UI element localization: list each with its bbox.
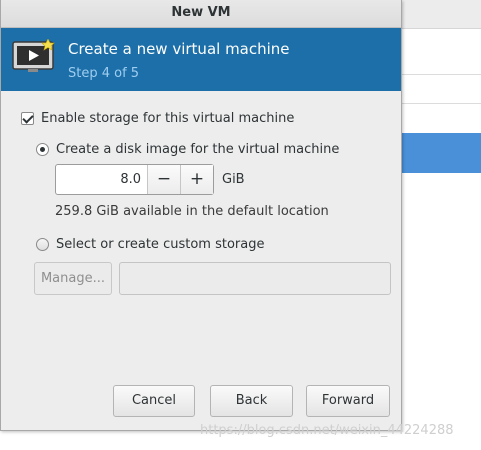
background-divider xyxy=(400,74,481,75)
custom-storage-path-field[interactable] xyxy=(119,262,391,295)
watermark-text: https://blog.csdn.net/weixin_44224288 xyxy=(200,423,454,438)
decrement-button[interactable]: − xyxy=(148,165,181,194)
disk-image-label: Create a disk image for the virtual mach… xyxy=(56,142,340,157)
enable-storage-label: Enable storage for this virtual machine xyxy=(41,111,295,126)
banner-title: Create a new virtual machine xyxy=(68,40,290,58)
manage-button[interactable]: Manage... xyxy=(34,262,112,295)
disk-image-option[interactable]: Create a disk image for the virtual mach… xyxy=(36,142,339,157)
custom-storage-radio[interactable] xyxy=(36,238,49,251)
size-unit: GiB xyxy=(222,172,245,187)
cancel-button[interactable]: Cancel xyxy=(113,385,195,417)
enable-storage-row[interactable]: Enable storage for this virtual machine xyxy=(21,111,294,126)
banner-step: Step 4 of 5 xyxy=(68,66,140,81)
disk-size-spinbutton[interactable]: 8.0 − + xyxy=(55,164,214,195)
forward-button[interactable]: Forward xyxy=(306,385,390,417)
vm-screen-icon xyxy=(12,38,56,79)
background-selected-row[interactable] xyxy=(400,133,481,173)
window-title: New VM xyxy=(1,0,401,28)
back-button[interactable]: Back xyxy=(210,385,293,417)
new-vm-dialog: New VM Create a new virtual machine Step… xyxy=(0,0,402,431)
background-window xyxy=(400,0,481,450)
wizard-banner: Create a new virtual machine Step 4 of 5 xyxy=(1,28,401,91)
disk-image-radio[interactable] xyxy=(36,143,49,156)
background-header xyxy=(400,0,481,29)
disk-size-input[interactable]: 8.0 xyxy=(56,165,148,194)
custom-storage-label: Select or create custom storage xyxy=(56,237,265,252)
background-divider xyxy=(400,103,481,104)
custom-storage-option[interactable]: Select or create custom storage xyxy=(36,237,264,252)
increment-button[interactable]: + xyxy=(181,165,213,194)
enable-storage-checkbox[interactable] xyxy=(21,112,34,125)
available-space-text: 259.8 GiB available in the default locat… xyxy=(55,204,329,219)
